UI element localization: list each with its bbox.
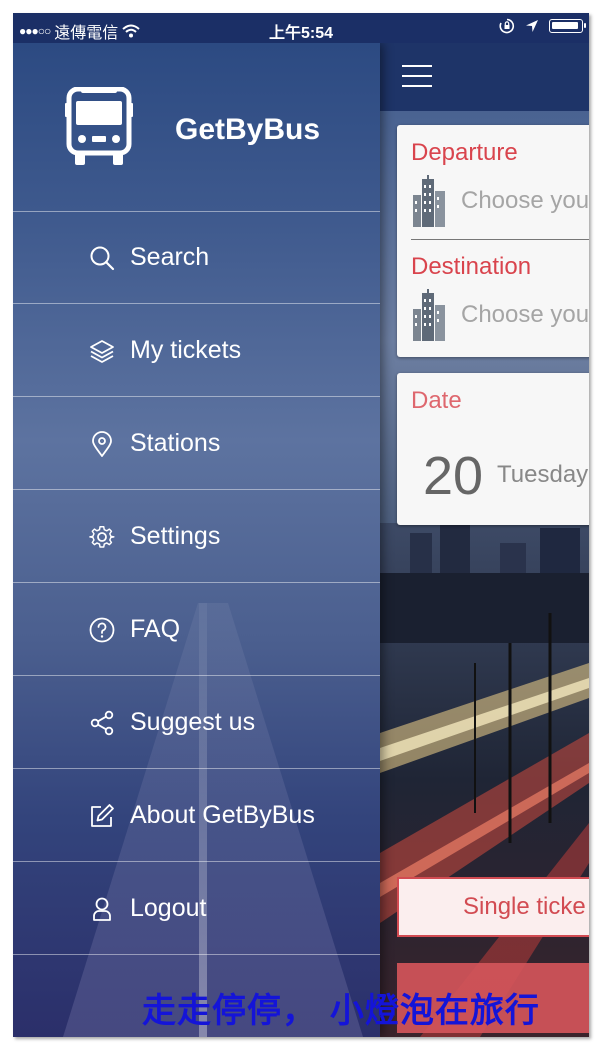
- menu-item-label: Suggest us: [130, 708, 256, 736]
- date-day-number: 20: [423, 446, 484, 506]
- search-icon: [90, 246, 115, 271]
- help-circle-icon: [89, 617, 115, 643]
- map-pin-icon: [92, 431, 112, 457]
- single-ticket-button[interactable]: Single ticke: [397, 877, 589, 937]
- departure-label: Departure: [411, 139, 518, 166]
- app-brand-name: GetByBus: [175, 113, 321, 146]
- phone-screen: ●●●○○ 遠傳電信 上午5:54 Departure Choose you D…: [13, 13, 589, 1037]
- menu-item-search[interactable]: Search: [13, 211, 380, 304]
- route-card: Departure Choose you Destination Choose …: [397, 125, 589, 357]
- share-icon: [90, 710, 114, 736]
- menu-item-about[interactable]: About GetByBus: [13, 769, 380, 862]
- watermark-caption: 走走停停， 小燈泡在旅行: [142, 991, 540, 1031]
- main-panel: Departure Choose you Destination Choose …: [380, 43, 589, 1037]
- app-top-bar: [380, 43, 589, 111]
- destination-field[interactable]: Choose you: [411, 289, 589, 341]
- date-label: Date: [411, 387, 462, 414]
- status-right: [499, 18, 586, 34]
- menu-item-label: FAQ: [130, 615, 181, 643]
- destination-input[interactable]: Choose you: [461, 301, 589, 329]
- location-arrow-icon: [526, 20, 538, 32]
- hamburger-icon[interactable]: [402, 65, 434, 89]
- city-buildings-icon: [413, 289, 445, 341]
- city-background-image: [380, 523, 589, 1037]
- drawer-menu: Search My tickets Stations Settings FAQ …: [13, 211, 380, 955]
- menu-item-label: About GetByBus: [130, 801, 315, 829]
- menu-item-suggest-us[interactable]: Suggest us: [13, 676, 380, 769]
- destination-label: Destination: [411, 253, 532, 280]
- battery-icon: [549, 19, 586, 33]
- bus-icon: [65, 87, 133, 165]
- menu-item-faq[interactable]: FAQ: [13, 583, 380, 676]
- date-card[interactable]: Date 20 Tuesday: [397, 373, 589, 525]
- city-buildings-icon: [413, 175, 445, 227]
- menu-item-logout[interactable]: Logout: [13, 862, 380, 955]
- menu-item-label: Stations: [130, 429, 221, 457]
- departure-divider: [411, 239, 589, 240]
- user-icon: [93, 897, 111, 921]
- departure-input[interactable]: Choose you: [461, 187, 589, 215]
- menu-item-label: Logout: [130, 894, 207, 922]
- menu-item-stations[interactable]: Stations: [13, 397, 380, 490]
- orientation-lock-icon: [499, 18, 515, 34]
- wifi-icon: [122, 24, 140, 38]
- menu-item-label: Settings: [130, 522, 221, 550]
- gear-icon: [89, 526, 115, 548]
- drawer-header: GetByBus: [13, 43, 380, 212]
- menu-item-settings[interactable]: Settings: [13, 490, 380, 583]
- departure-field[interactable]: Choose you: [411, 175, 589, 227]
- navigation-drawer: GetByBus Search My tickets Stations Sett…: [13, 43, 380, 1037]
- menu-item-my-tickets[interactable]: My tickets: [13, 304, 380, 397]
- edit-icon: [91, 804, 114, 827]
- carrier-name: 遠傳電信: [54, 25, 119, 42]
- menu-item-label: My tickets: [130, 336, 242, 364]
- signal-strength: ●●●○○: [19, 24, 51, 38]
- layers-icon: [90, 340, 114, 363]
- menu-item-label: Search: [130, 243, 210, 271]
- status-left: ●●●○○ 遠傳電信: [19, 19, 140, 43]
- status-bar: ●●●○○ 遠傳電信 上午5:54: [13, 13, 589, 43]
- date-weekday: Tuesday: [497, 461, 589, 488]
